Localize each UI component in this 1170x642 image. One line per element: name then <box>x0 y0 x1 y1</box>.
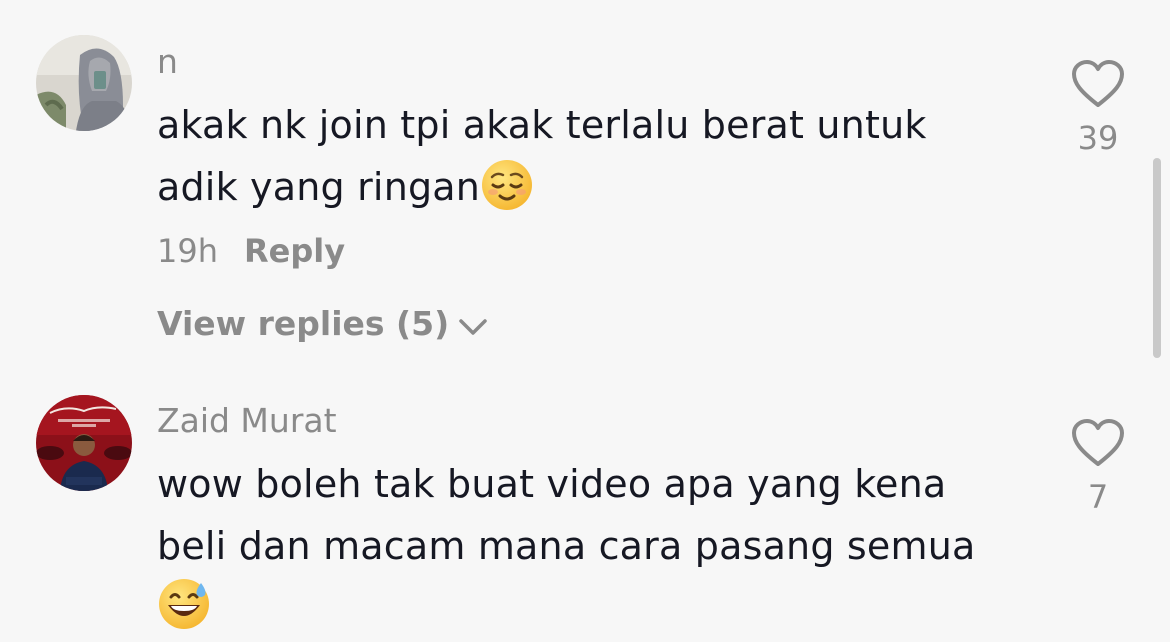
comment-timestamp: 19h <box>157 232 218 270</box>
comment-text-line: adik yang ringan <box>157 165 481 209</box>
like-button[interactable]: 7 <box>1068 417 1128 517</box>
heart-outline-icon <box>1072 419 1124 466</box>
relieved-face-emoji-icon <box>480 158 534 212</box>
comment-text-line: beli dan macam mana cara pasang semua <box>157 524 976 568</box>
scrollbar[interactable] <box>1153 158 1161 358</box>
comment-text-line: akak nk join tpi akak terlalu berat untu… <box>157 103 927 147</box>
comment-text: wow boleh tak buat video apa yang kena b… <box>157 453 1037 642</box>
grinning-face-with-sweat-emoji-icon <box>157 577 211 631</box>
comment-username[interactable]: n <box>157 42 178 82</box>
comments-screen: n akak nk join tpi akak terlalu berat un… <box>0 0 1170 642</box>
like-count: 7 <box>1087 478 1109 516</box>
avatar[interactable] <box>36 395 132 491</box>
comment-text-line: wow boleh tak buat video apa yang kena <box>157 462 947 506</box>
reply-button[interactable]: Reply <box>244 232 345 270</box>
like-count: 39 <box>1077 119 1119 157</box>
view-replies-button[interactable]: View replies (5) <box>157 304 489 344</box>
comment-username[interactable]: Zaid Murat <box>157 401 337 441</box>
comment-text: akak nk join tpi akak terlalu berat untu… <box>157 94 1037 218</box>
heart-outline-icon <box>1072 60 1124 107</box>
chevron-down-icon <box>459 319 487 335</box>
like-button[interactable]: 39 <box>1068 58 1128 158</box>
avatar[interactable] <box>36 35 132 131</box>
comment-meta: 19h Reply <box>157 231 345 271</box>
view-replies-label: View replies (5) <box>157 304 450 343</box>
